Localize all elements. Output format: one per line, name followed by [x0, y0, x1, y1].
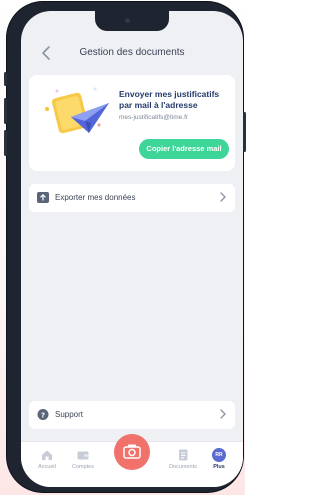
tab-label: Comptes	[71, 464, 94, 470]
power-button	[243, 112, 246, 152]
export-data-label: Exporter mes données	[55, 193, 136, 202]
camera-icon	[123, 444, 141, 459]
export-icon	[37, 192, 49, 203]
tab-label: Plus	[213, 464, 225, 470]
page-title: Gestion des documents	[79, 47, 185, 58]
copy-mail-button[interactable]: Copier l'adresse mail	[139, 139, 229, 159]
chevron-right-icon	[219, 407, 227, 424]
header: Gestion des documents	[21, 39, 243, 69]
wallet-icon	[77, 451, 89, 460]
tab-plus[interactable]: RR Plus	[201, 448, 237, 470]
phone-frame: Gestion des documents Envoyer mes justif…	[4, 2, 246, 492]
front-camera	[125, 18, 130, 23]
mail-address: mes-justificatifs@time.fr	[119, 114, 189, 121]
svg-text:?: ?	[41, 410, 45, 419]
help-icon: ?	[37, 409, 49, 420]
support-label: Support	[55, 410, 84, 419]
tab-documents[interactable]: Documents	[165, 448, 201, 470]
mute-switch	[4, 72, 7, 86]
tab-label: Accueil	[38, 464, 56, 470]
scan-camera-button[interactable]	[114, 434, 150, 470]
mail-card-title: Envoyer mes justificatifs par mail à l'a…	[119, 89, 220, 110]
support-row[interactable]: ? Support	[29, 401, 235, 429]
tab-bar: Accueil Comptes Documents RR Plus	[21, 434, 243, 487]
app-screen: Gestion des documents Envoyer mes justif…	[21, 11, 243, 487]
chevron-right-icon	[219, 190, 227, 207]
volume-down-button	[4, 130, 7, 156]
notch	[95, 11, 169, 31]
tab-label: Documents	[169, 464, 197, 470]
export-data-row[interactable]: Exporter mes données	[29, 184, 235, 212]
home-icon	[42, 450, 52, 460]
document-icon	[179, 449, 188, 461]
avatar: RR	[212, 448, 226, 462]
tab-accueil[interactable]: Accueil	[29, 448, 65, 470]
volume-up-button	[4, 98, 7, 124]
mail-card: Envoyer mes justificatifs par mail à l'a…	[29, 75, 235, 171]
tab-comptes[interactable]: Comptes	[65, 448, 101, 470]
paper-plane-illustration	[45, 87, 109, 134]
